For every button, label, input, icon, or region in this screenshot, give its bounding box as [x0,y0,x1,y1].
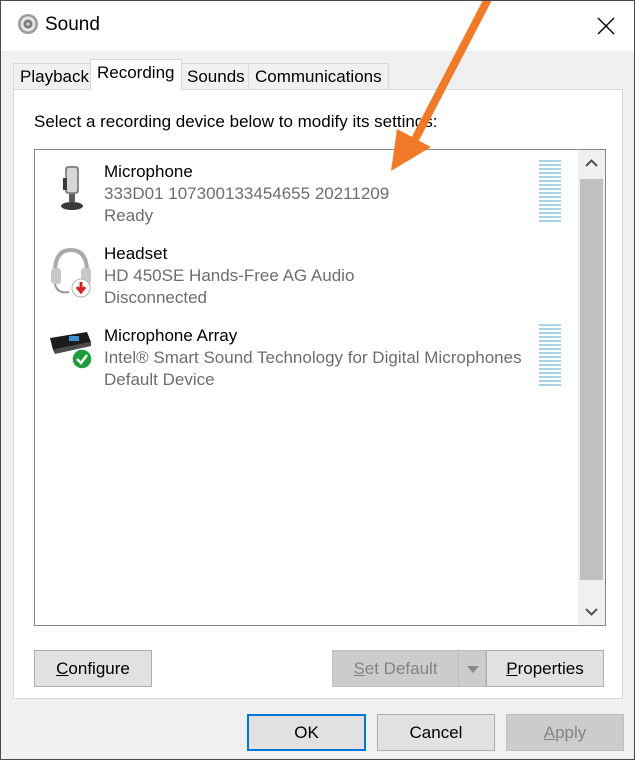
button-label: roperties [517,659,584,678]
list-item-microphone-array[interactable]: Microphone Array Intel® Smart Sound Tech… [35,314,577,394]
chevron-down-icon [467,666,479,673]
title-bar: Sound [1,1,634,51]
default-check-badge-icon [71,348,93,370]
window-title: Sound [45,14,100,35]
disconnected-badge-icon [71,278,91,298]
device-status: Default Device [104,370,215,389]
device-status: Ready [104,206,154,225]
button-label: pply [555,723,587,742]
properties-button[interactable]: Properties [486,650,604,687]
sound-dialog: Sound Playback Recording Sounds Communic… [0,0,635,760]
device-list[interactable]: Microphone 333D01 107300133454655 202112… [34,149,606,626]
apply-button[interactable]: Apply [506,714,624,751]
device-name: Headset [104,244,168,263]
button-label: et Default [364,659,438,678]
mnemonic: S [353,659,365,678]
chevron-down-icon [585,608,598,616]
tab-recording[interactable]: Recording [90,59,182,90]
tab-communications[interactable]: Communications [248,63,389,90]
instruction-text: Select a recording device below to modif… [34,112,438,131]
scroll-thumb[interactable] [580,179,603,580]
device-description: Intel® Smart Sound Technology for Digita… [104,348,522,367]
mnemonic: C [56,659,69,678]
set-default-dropdown[interactable] [458,650,486,687]
vertical-scrollbar[interactable] [578,150,605,625]
level-meter [539,324,561,388]
mnemonic: A [543,723,556,742]
button-label: Cancel [409,723,463,742]
list-item-headset[interactable]: Headset HD 450SE Hands-Free AG Audio Dis… [35,232,577,312]
mnemonic: P [506,659,518,678]
button-label: onfigure [68,659,130,678]
cancel-button[interactable]: Cancel [377,714,495,751]
microphone-icon [61,166,83,210]
scroll-down-button[interactable] [578,598,605,625]
level-meter [539,160,561,224]
list-item-microphone[interactable]: Microphone 333D01 107300133454655 202112… [35,150,577,230]
tab-label: Communications [255,67,382,86]
tab-label: Playback [20,67,89,86]
device-status: Disconnected [104,288,208,307]
tab-playback[interactable]: Playback [13,63,96,90]
scroll-up-button[interactable] [578,150,605,177]
device-description: 333D01 107300133454655 20211209 [104,184,390,203]
speaker-icon [18,14,38,34]
recording-panel: Select a recording device below to modif… [13,89,623,699]
ok-button[interactable]: OK [247,714,366,751]
close-icon [597,17,615,35]
chevron-up-icon [585,159,598,167]
device-name: Microphone [104,162,193,181]
device-description: HD 450SE Hands-Free AG Audio [104,266,355,285]
configure-button[interactable]: Configure [34,650,152,687]
button-label: OK [294,723,319,742]
set-default-button[interactable]: Set Default [332,650,459,687]
tab-label: Recording [97,63,175,82]
tab-label: Sounds [187,67,245,86]
tab-sounds[interactable]: Sounds [180,63,252,90]
close-button[interactable] [586,9,626,43]
device-name: Microphone Array [104,326,238,345]
